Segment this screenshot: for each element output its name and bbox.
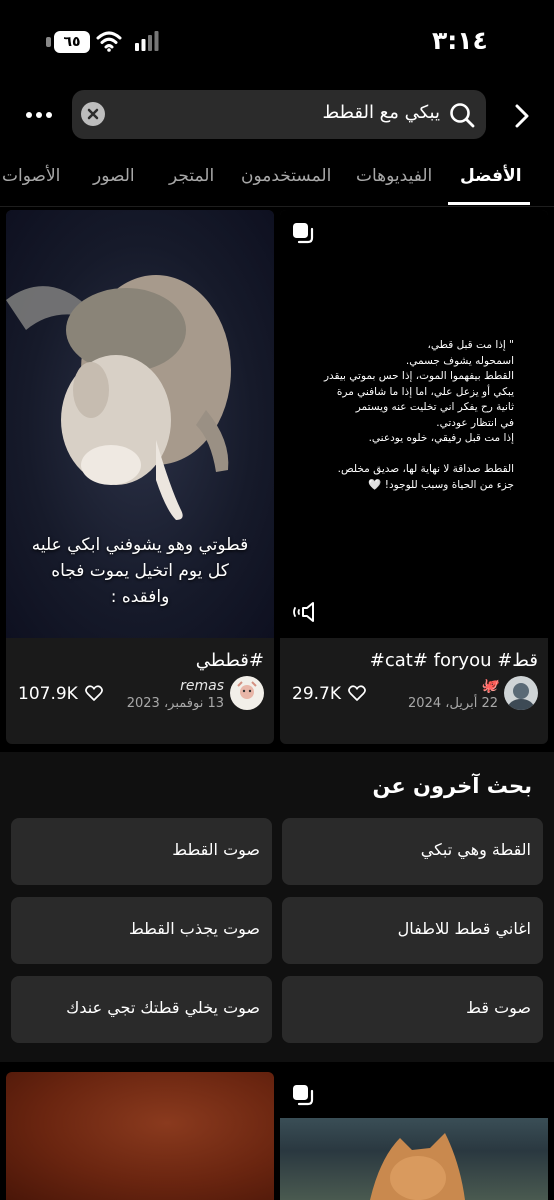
close-icon — [87, 108, 99, 120]
suggestion-chip[interactable]: صوت يجذب القطط — [11, 897, 272, 964]
video-card[interactable]: " إذا مت قبل قطي، اسمحوله يشوف جسمي. الق… — [280, 210, 548, 744]
author-name[interactable]: remas — [180, 678, 224, 694]
post-date: 13 نوفمبر، 2023 — [126, 696, 224, 711]
tab-top[interactable]: الأفضل — [460, 166, 522, 186]
clear-search-button[interactable] — [81, 102, 105, 126]
video-thumbnail[interactable] — [280, 1072, 548, 1200]
search-query: يبكي مع القطط — [322, 102, 441, 123]
avatar[interactable] — [230, 676, 264, 710]
suggestion-chip[interactable]: صوت قط — [282, 976, 543, 1043]
like-count-value: 29.7K — [292, 684, 341, 704]
others-searched-section: بحث آخرون عن القطة وهي تبكي صوت القطط اغ… — [0, 752, 554, 1062]
overlay-text: قطوتي وهو يشوفني ابكي عليه كل يوم اتخيل … — [31, 535, 249, 607]
like-count: 107.9K — [18, 684, 104, 704]
search-header: يبكي مع القطط — [0, 90, 554, 140]
cellular-signal-icon — [135, 31, 159, 51]
video-thumbnail[interactable] — [6, 1072, 274, 1200]
like-count-value: 107.9K — [18, 684, 78, 704]
suggestion-label: اغاني قطط للاطفال — [397, 919, 531, 938]
clock: ٣:١٤ — [432, 26, 488, 55]
video-thumbnail[interactable]: قطوتي وهو يشوفني ابكي عليه كل يوم اتخيل … — [6, 210, 274, 638]
search-icon — [450, 103, 475, 128]
suggestion-chip[interactable]: القطة وهي تبكي — [282, 818, 543, 885]
suggestion-label: صوت قط — [466, 998, 531, 1017]
active-tab-indicator — [448, 202, 530, 205]
suggestion-chip[interactable]: صوت يخلي قطتك تجي عندك — [11, 976, 272, 1043]
category-tabs: الأفضل الفيديوهات المستخدمون المتجر الصو… — [0, 160, 554, 206]
author-name[interactable]: 🐙 — [481, 678, 498, 694]
status-bar: ٦٥ ٣:١٤ — [0, 0, 554, 84]
suggestion-label: القطة وهي تبكي — [420, 840, 531, 859]
post-date: 22 أبريل، 2024 — [408, 696, 498, 711]
tab-users[interactable]: المستخدمون — [241, 166, 331, 186]
wifi-icon — [96, 31, 122, 52]
photo-carousel-icon — [293, 223, 314, 244]
heart-icon — [85, 685, 104, 701]
avatar[interactable] — [504, 676, 538, 710]
search-input[interactable]: يبكي مع القطط — [72, 90, 486, 139]
battery-icon: ٦٥ — [46, 31, 90, 53]
like-count: 29.7K — [292, 684, 367, 704]
video-card[interactable]: قطوتي وهو يشوفني ابكي عليه كل يوم اتخيل … — [6, 210, 274, 744]
suggestion-label: صوت القطط — [172, 840, 260, 859]
tab-photos[interactable]: الصور — [93, 166, 135, 186]
suggestion-label: صوت يخلي قطتك تجي عندك — [66, 998, 260, 1017]
video-title: #قططي — [195, 650, 264, 671]
video-title: قط# cat# foryou# — [369, 650, 538, 671]
sound-icon[interactable] — [292, 600, 318, 624]
section-title: بحث آخرون عن — [372, 774, 533, 798]
battery-level: ٦٥ — [54, 31, 90, 53]
tab-shop[interactable]: المتجر — [169, 166, 214, 186]
heart-icon — [348, 685, 367, 701]
video-thumbnail[interactable]: " إذا مت قبل قطي، اسمحوله يشوف جسمي. الق… — [280, 210, 548, 638]
tab-sounds[interactable]: الأصوات — [2, 166, 60, 186]
more-options-icon[interactable] — [24, 102, 54, 128]
suggestion-chip[interactable]: اغاني قطط للاطفال — [282, 897, 543, 964]
suggestion-chip[interactable]: صوت القطط — [11, 818, 272, 885]
divider — [0, 206, 554, 207]
tab-videos[interactable]: الفيديوهات — [356, 166, 432, 186]
overlay-text: " إذا مت قبل قطي، اسمحوله يشوف جسمي. الق… — [323, 339, 514, 491]
cat-image — [280, 1118, 548, 1200]
suggestion-label: صوت يجذب القطط — [128, 919, 260, 938]
back-chevron-icon[interactable] — [508, 102, 536, 130]
photo-carousel-icon — [293, 1085, 314, 1106]
